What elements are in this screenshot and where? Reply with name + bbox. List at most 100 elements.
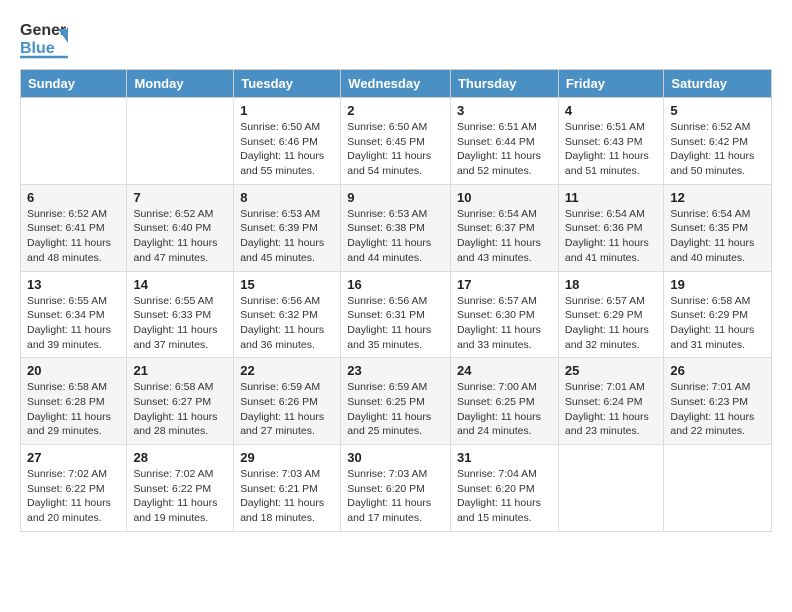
calendar-cell: 31 Sunrise: 7:04 AMSunset: 6:20 PMDayligh… (450, 445, 558, 532)
day-header-friday: Friday (558, 70, 663, 98)
calendar-cell: 30 Sunrise: 7:03 AMSunset: 6:20 PMDayligh… (341, 445, 451, 532)
calendar-cell: 7 Sunrise: 6:52 AMSunset: 6:40 PMDaylight… (127, 184, 234, 271)
day-info: Sunrise: 6:50 AMSunset: 6:46 PMDaylight:… (240, 120, 334, 179)
day-info: Sunrise: 6:50 AMSunset: 6:45 PMDaylight:… (347, 120, 444, 179)
day-number: 22 (240, 363, 334, 378)
calendar-cell: 1 Sunrise: 6:50 AMSunset: 6:46 PMDaylight… (234, 98, 341, 185)
day-info: Sunrise: 6:58 AMSunset: 6:28 PMDaylight:… (27, 380, 120, 439)
day-info: Sunrise: 6:59 AMSunset: 6:26 PMDaylight:… (240, 380, 334, 439)
header: General Blue (20, 15, 772, 59)
day-number: 8 (240, 190, 334, 205)
day-header-thursday: Thursday (450, 70, 558, 98)
day-info: Sunrise: 6:56 AMSunset: 6:32 PMDaylight:… (240, 294, 334, 353)
calendar-cell: 23 Sunrise: 6:59 AMSunset: 6:25 PMDayligh… (341, 358, 451, 445)
calendar-cell: 15 Sunrise: 6:56 AMSunset: 6:32 PMDayligh… (234, 271, 341, 358)
day-number: 28 (133, 450, 227, 465)
calendar-header-row: SundayMondayTuesdayWednesdayThursdayFrid… (21, 70, 772, 98)
day-number: 30 (347, 450, 444, 465)
calendar-cell (558, 445, 663, 532)
day-header-monday: Monday (127, 70, 234, 98)
day-info: Sunrise: 6:56 AMSunset: 6:31 PMDaylight:… (347, 294, 444, 353)
calendar-cell (21, 98, 127, 185)
calendar-cell: 11Sunrise: 6:54 AMSunset: 6:36 PMDayligh… (558, 184, 663, 271)
calendar-cell: 17Sunrise: 6:57 AMSunset: 6:30 PMDayligh… (450, 271, 558, 358)
calendar-cell: 12 Sunrise: 6:54 AMSunset: 6:35 PMDayligh… (664, 184, 772, 271)
day-header-tuesday: Tuesday (234, 70, 341, 98)
day-info: Sunrise: 7:02 AMSunset: 6:22 PMDaylight:… (27, 467, 120, 526)
logo-icon: General Blue (20, 15, 68, 59)
day-number: 5 (670, 103, 765, 118)
day-info: Sunrise: 6:57 AMSunset: 6:29 PMDaylight:… (565, 294, 657, 353)
day-info: Sunrise: 6:53 AMSunset: 6:39 PMDaylight:… (240, 207, 334, 266)
day-number: 25 (565, 363, 657, 378)
calendar-week-2: 6 Sunrise: 6:52 AMSunset: 6:41 PMDaylight… (21, 184, 772, 271)
day-number: 10 (457, 190, 552, 205)
day-info: Sunrise: 6:57 AMSunset: 6:30 PMDaylight:… (457, 294, 552, 353)
day-number: 6 (27, 190, 120, 205)
day-number: 9 (347, 190, 444, 205)
day-number: 31 (457, 450, 552, 465)
day-number: 14 (133, 277, 227, 292)
day-info: Sunrise: 6:55 AMSunset: 6:33 PMDaylight:… (133, 294, 227, 353)
day-info: Sunrise: 7:04 AMSunset: 6:20 PMDaylight:… (457, 467, 552, 526)
day-number: 15 (240, 277, 334, 292)
calendar-cell: 27 Sunrise: 7:02 AMSunset: 6:22 PMDayligh… (21, 445, 127, 532)
day-info: Sunrise: 7:03 AMSunset: 6:20 PMDaylight:… (347, 467, 444, 526)
day-info: Sunrise: 6:54 AMSunset: 6:36 PMDaylight:… (565, 207, 657, 266)
day-info: Sunrise: 6:52 AMSunset: 6:41 PMDaylight:… (27, 207, 120, 266)
day-info: Sunrise: 7:01 AMSunset: 6:24 PMDaylight:… (565, 380, 657, 439)
day-info: Sunrise: 7:02 AMSunset: 6:22 PMDaylight:… (133, 467, 227, 526)
calendar-cell (664, 445, 772, 532)
day-info: Sunrise: 6:59 AMSunset: 6:25 PMDaylight:… (347, 380, 444, 439)
day-number: 7 (133, 190, 227, 205)
day-info: Sunrise: 6:52 AMSunset: 6:40 PMDaylight:… (133, 207, 227, 266)
calendar-week-4: 20 Sunrise: 6:58 AMSunset: 6:28 PMDayligh… (21, 358, 772, 445)
calendar-cell: 3Sunrise: 6:51 AMSunset: 6:44 PMDaylight… (450, 98, 558, 185)
calendar-week-1: 1 Sunrise: 6:50 AMSunset: 6:46 PMDaylight… (21, 98, 772, 185)
day-header-saturday: Saturday (664, 70, 772, 98)
day-number: 27 (27, 450, 120, 465)
day-number: 26 (670, 363, 765, 378)
day-number: 1 (240, 103, 334, 118)
calendar-cell: 18 Sunrise: 6:57 AMSunset: 6:29 PMDayligh… (558, 271, 663, 358)
calendar-cell: 20 Sunrise: 6:58 AMSunset: 6:28 PMDayligh… (21, 358, 127, 445)
day-info: Sunrise: 6:53 AMSunset: 6:38 PMDaylight:… (347, 207, 444, 266)
day-info: Sunrise: 7:00 AMSunset: 6:25 PMDaylight:… (457, 380, 552, 439)
day-info: Sunrise: 6:58 AMSunset: 6:27 PMDaylight:… (133, 380, 227, 439)
day-number: 2 (347, 103, 444, 118)
calendar-cell: 10Sunrise: 6:54 AMSunset: 6:37 PMDayligh… (450, 184, 558, 271)
day-info: Sunrise: 6:51 AMSunset: 6:43 PMDaylight:… (565, 120, 657, 179)
calendar-cell: 8 Sunrise: 6:53 AMSunset: 6:39 PMDaylight… (234, 184, 341, 271)
day-info: Sunrise: 7:01 AMSunset: 6:23 PMDaylight:… (670, 380, 765, 439)
calendar-cell: 19Sunrise: 6:58 AMSunset: 6:29 PMDayligh… (664, 271, 772, 358)
day-number: 29 (240, 450, 334, 465)
day-number: 18 (565, 277, 657, 292)
day-info: Sunrise: 6:55 AMSunset: 6:34 PMDaylight:… (27, 294, 120, 353)
calendar-cell: 29Sunrise: 7:03 AMSunset: 6:21 PMDayligh… (234, 445, 341, 532)
day-number: 23 (347, 363, 444, 378)
calendar-cell: 25 Sunrise: 7:01 AMSunset: 6:24 PMDayligh… (558, 358, 663, 445)
day-number: 12 (670, 190, 765, 205)
day-info: Sunrise: 6:58 AMSunset: 6:29 PMDaylight:… (670, 294, 765, 353)
calendar-cell: 4Sunrise: 6:51 AMSunset: 6:43 PMDaylight… (558, 98, 663, 185)
day-header-sunday: Sunday (21, 70, 127, 98)
day-header-wednesday: Wednesday (341, 70, 451, 98)
calendar-cell: 9 Sunrise: 6:53 AMSunset: 6:38 PMDaylight… (341, 184, 451, 271)
day-info: Sunrise: 6:54 AMSunset: 6:35 PMDaylight:… (670, 207, 765, 266)
calendar-cell: 6 Sunrise: 6:52 AMSunset: 6:41 PMDaylight… (21, 184, 127, 271)
calendar-cell: 14 Sunrise: 6:55 AMSunset: 6:33 PMDayligh… (127, 271, 234, 358)
day-number: 16 (347, 277, 444, 292)
day-number: 20 (27, 363, 120, 378)
calendar-cell: 28 Sunrise: 7:02 AMSunset: 6:22 PMDayligh… (127, 445, 234, 532)
calendar-cell: 21Sunrise: 6:58 AMSunset: 6:27 PMDayligh… (127, 358, 234, 445)
day-number: 13 (27, 277, 120, 292)
day-info: Sunrise: 6:52 AMSunset: 6:42 PMDaylight:… (670, 120, 765, 179)
calendar-cell: 13 Sunrise: 6:55 AMSunset: 6:34 PMDayligh… (21, 271, 127, 358)
calendar-week-3: 13 Sunrise: 6:55 AMSunset: 6:34 PMDayligh… (21, 271, 772, 358)
calendar-cell: 5 Sunrise: 6:52 AMSunset: 6:42 PMDaylight… (664, 98, 772, 185)
calendar-cell: 16 Sunrise: 6:56 AMSunset: 6:31 PMDayligh… (341, 271, 451, 358)
calendar-cell (127, 98, 234, 185)
calendar-cell: 26 Sunrise: 7:01 AMSunset: 6:23 PMDayligh… (664, 358, 772, 445)
day-info: Sunrise: 6:51 AMSunset: 6:44 PMDaylight:… (457, 120, 552, 179)
svg-text:Blue: Blue (20, 40, 55, 57)
